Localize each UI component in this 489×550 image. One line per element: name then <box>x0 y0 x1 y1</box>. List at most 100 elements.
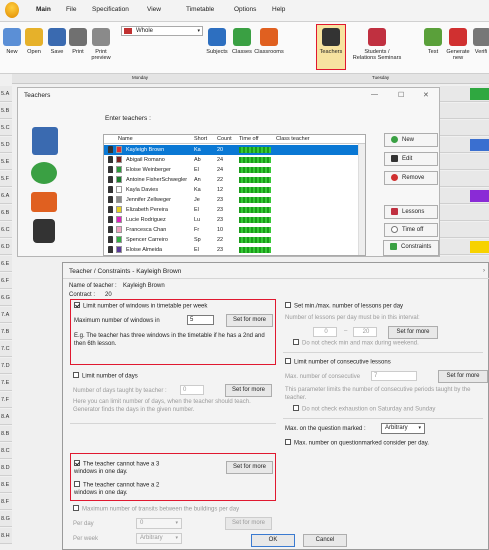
timetable-cell[interactable] <box>440 103 489 119</box>
lesson-block[interactable] <box>470 241 489 253</box>
timetable-cell[interactable] <box>440 222 489 238</box>
transits-set-for-more-button[interactable]: Set for more <box>225 517 272 530</box>
min-lessons-input[interactable]: 0 <box>313 327 337 337</box>
menu-main[interactable]: Main <box>36 6 51 13</box>
teacher-short-cell: An <box>194 176 201 183</box>
col-class-teacher[interactable]: Class teacher <box>276 136 310 142</box>
three-windows-set-for-more-button[interactable]: Set for more <box>226 461 273 474</box>
generate-button[interactable]: Generate new <box>445 28 471 61</box>
subjects-button[interactable]: Subjects <box>205 28 229 55</box>
col-timeoff[interactable]: Time off <box>239 136 259 142</box>
days-set-for-more-button[interactable]: Set for more <box>225 384 272 397</box>
teacher-short-cell: Ab <box>194 156 201 163</box>
col-count[interactable]: Count <box>217 136 232 142</box>
menu-options[interactable]: Options <box>234 6 256 13</box>
open-button[interactable]: Open <box>24 28 44 55</box>
col-name[interactable]: Name <box>118 136 133 142</box>
teachers-table[interactable]: Name Short Count Time off Class teacher … <box>103 134 366 256</box>
table-row[interactable]: Eloise Almeida El 23 <box>104 245 365 255</box>
menu-timetable[interactable]: Timetable <box>186 6 214 13</box>
classrooms-button[interactable]: Classrooms <box>254 28 284 55</box>
classrooms-icon <box>260 28 278 46</box>
view-select[interactable]: Whole ▾ <box>121 26 203 36</box>
minmax-checkbox[interactable]: Set min./max. number of lessons per day <box>285 302 403 310</box>
ok-button[interactable]: OK <box>251 534 295 547</box>
minmax-set-for-more-button[interactable]: Set for more <box>388 326 438 339</box>
verify-button[interactable]: Verifi <box>473 28 489 55</box>
lessons-button[interactable]: Lessons <box>384 205 438 219</box>
timetable-cell[interactable] <box>440 120 489 136</box>
per-week-select[interactable]: Arbitrary ▾ <box>136 533 182 544</box>
print-button[interactable]: Print <box>68 28 88 55</box>
constraints-button[interactable]: Constraints <box>383 240 439 256</box>
teacher-count-cell: 24 <box>217 166 224 173</box>
col-short[interactable]: Short <box>194 136 207 142</box>
timetable-cell[interactable] <box>440 154 489 170</box>
transits-checkbox[interactable]: Maximum number of transits between the b… <box>73 505 239 513</box>
windows-set-for-more-button[interactable]: Set for more <box>226 314 273 327</box>
lesson-block[interactable] <box>470 139 489 151</box>
test-button[interactable]: Test <box>424 28 442 55</box>
question-marked-select[interactable]: Arbitrary ▾ <box>381 423 425 434</box>
teachers-ribbon-button[interactable]: Teachers <box>316 24 346 70</box>
lesson-block[interactable] <box>470 88 489 100</box>
consecutive-checkbox[interactable]: Limit number of consecutive lessons <box>285 358 391 366</box>
weekend-checkbox[interactable]: Do not check min and max during weekend. <box>293 339 419 347</box>
teacher-icon <box>108 246 113 253</box>
cancel-button[interactable]: Cancel <box>303 534 347 547</box>
table-row[interactable]: Jennifer Zellweger Je 23 <box>104 195 365 205</box>
contract-value: 20 <box>105 292 112 298</box>
timetable-cell[interactable] <box>440 171 489 187</box>
table-row[interactable]: Elizabeth Pereira El 23 <box>104 205 365 215</box>
questionmarked-checkbox[interactable]: Max. number on questionmarked consider p… <box>285 439 429 447</box>
table-row[interactable]: Spencer Carreiro Sp 22 <box>104 235 365 245</box>
minimize-button[interactable]: — <box>371 91 378 98</box>
table-scrollbar[interactable] <box>358 144 365 255</box>
table-row[interactable]: Kayla Davies Ka 12 <box>104 185 365 195</box>
days-taught-input[interactable]: 0 <box>180 385 204 395</box>
new-button[interactable]: New <box>3 28 21 55</box>
table-row[interactable]: Lucie Rodriguez Lu 23 <box>104 215 365 225</box>
timetable-cell[interactable] <box>440 239 489 255</box>
time-off-button[interactable]: Time off <box>384 223 438 237</box>
max-consecutive-input[interactable]: 7 <box>371 371 417 381</box>
timetable-cell[interactable] <box>440 86 489 102</box>
menu-file[interactable]: File <box>66 6 76 13</box>
dialog-close-icon[interactable]: › <box>483 268 485 274</box>
timetable-cell[interactable] <box>440 188 489 204</box>
teacher-icon <box>108 186 113 193</box>
limit-days-checkbox[interactable]: Limit number of days <box>73 372 138 380</box>
new-teacher-button[interactable]: New <box>384 133 438 147</box>
table-row[interactable]: Antoine FisherSchwegler An 22 <box>104 175 365 185</box>
save-button[interactable]: Save <box>47 28 67 55</box>
menu-view[interactable]: View <box>147 6 161 13</box>
max-windows-input[interactable]: 5 <box>187 315 214 325</box>
table-row[interactable]: Kayleigh Brown Ka 20 <box>104 145 365 155</box>
per-day-select[interactable]: 0 ▾ <box>136 518 182 529</box>
classes-button[interactable]: Classes <box>231 28 253 55</box>
print-preview-button[interactable]: Print preview <box>88 28 114 61</box>
timetable-cell[interactable] <box>440 205 489 221</box>
students-relations-button[interactable]: Students / Relations Seminars <box>352 28 402 61</box>
close-button[interactable]: ✕ <box>423 91 429 99</box>
timetable-row-label: 5.F <box>0 171 12 187</box>
table-row[interactable]: Abigail Romano Ab 24 <box>104 155 365 165</box>
two-windows-checkbox[interactable]: The teacher cannot have a 2 windows in o… <box>74 481 184 497</box>
lesson-block[interactable] <box>470 190 489 202</box>
three-windows-checkbox[interactable]: The teacher cannot have a 3 windows in o… <box>74 460 184 476</box>
remove-teacher-button[interactable]: Remove <box>384 171 438 185</box>
consecutive-set-for-more-button[interactable]: Set for more <box>438 370 488 383</box>
table-row[interactable]: Francesca Chan Fr 10 <box>104 225 365 235</box>
sat-sun-checkbox[interactable]: Do not check exhaustion on Saturday and … <box>293 405 435 413</box>
teacher-count-cell: 23 <box>217 216 224 223</box>
app-logo-icon[interactable] <box>5 2 19 18</box>
table-row[interactable]: Eloise Weinberger El 24 <box>104 165 365 175</box>
max-lessons-input[interactable]: 20 <box>353 327 377 337</box>
timetable-cell[interactable] <box>440 137 489 153</box>
menu-specification[interactable]: Specification <box>92 6 129 13</box>
limit-windows-checkbox[interactable]: Limit number of windows in timetable per… <box>74 302 207 310</box>
menu-help[interactable]: Help <box>272 6 285 13</box>
people-icon <box>31 162 57 184</box>
maximize-button[interactable]: ☐ <box>398 91 404 99</box>
edit-teacher-button[interactable]: Edit <box>384 152 438 166</box>
